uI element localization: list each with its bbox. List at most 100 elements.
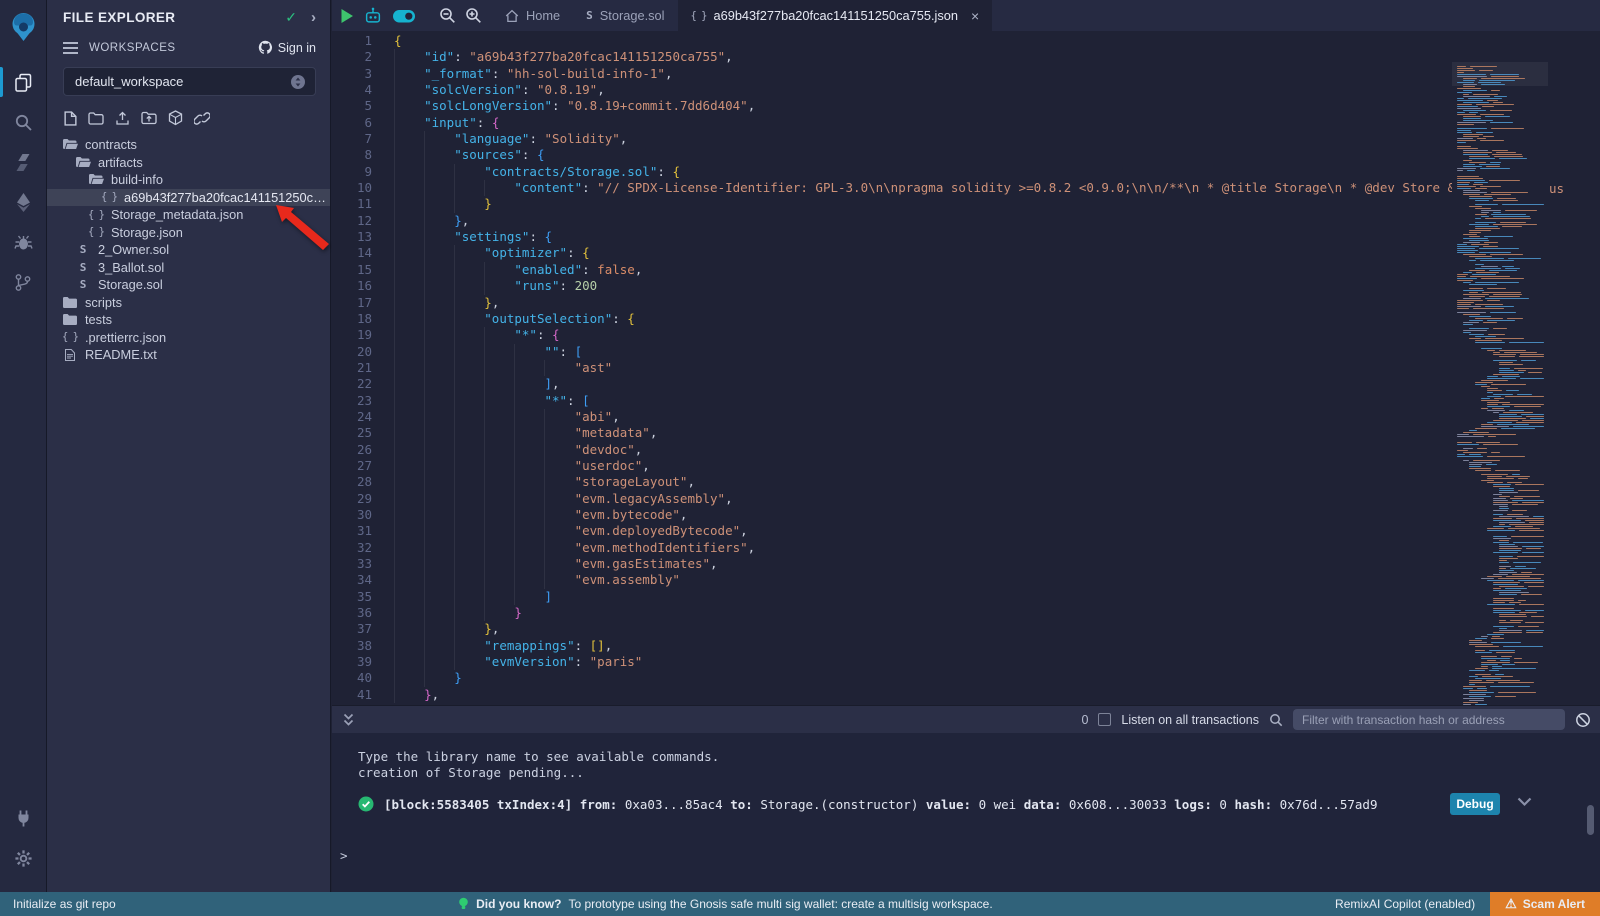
code-line[interactable]: ] bbox=[394, 589, 1452, 605]
code-line[interactable]: } bbox=[394, 670, 1452, 686]
code-line[interactable]: "solcVersion": "0.8.19", bbox=[394, 82, 1452, 98]
rail-item-search[interactable] bbox=[0, 102, 47, 142]
terminal[interactable]: Type the library name to see available c… bbox=[332, 733, 1600, 892]
code-line[interactable]: "settings": { bbox=[394, 229, 1452, 245]
code-line[interactable]: }, bbox=[394, 213, 1452, 229]
zoom-out-icon[interactable] bbox=[439, 7, 456, 24]
clear-console-icon[interactable] bbox=[1575, 712, 1591, 728]
ai-copilot-icon[interactable] bbox=[363, 6, 383, 26]
scam-alert-button[interactable]: ⚠ Scam Alert bbox=[1490, 892, 1600, 916]
terminal-search-icon[interactable] bbox=[1269, 713, 1283, 727]
new-file-icon[interactable] bbox=[64, 111, 77, 126]
copilot-status[interactable]: RemixAI Copilot (enabled) bbox=[1335, 897, 1475, 911]
hamburger-menu-icon[interactable] bbox=[63, 42, 78, 54]
code-line[interactable]: "metadata", bbox=[394, 425, 1452, 441]
code-line[interactable]: "devdoc", bbox=[394, 442, 1452, 458]
close-icon[interactable]: × bbox=[971, 8, 979, 24]
code-line[interactable]: }, bbox=[394, 295, 1452, 311]
new-folder-icon[interactable] bbox=[88, 112, 104, 125]
tree-item[interactable]: { }a69b43f277ba20fcac141151250ca755.json bbox=[47, 189, 330, 207]
code-content[interactable]: {"id": "a69b43f277ba20fcac141151250ca755… bbox=[388, 31, 1452, 705]
code-line[interactable]: "ast" bbox=[394, 360, 1452, 376]
rail-item-settings[interactable] bbox=[0, 838, 47, 878]
tree-item[interactable]: { }.prettierrc.json bbox=[47, 329, 330, 347]
tree-item[interactable]: scripts bbox=[47, 294, 330, 312]
tree-item[interactable]: SStorage.sol bbox=[47, 276, 330, 294]
minimap[interactable] bbox=[1452, 62, 1548, 736]
code-line[interactable]: "evmVersion": "paris" bbox=[394, 654, 1452, 670]
tab-storage-sol[interactable]: S Storage.sol bbox=[573, 0, 677, 31]
code-line[interactable]: "runs": 200 bbox=[394, 278, 1452, 294]
tree-item[interactable]: S3_Ballot.sol bbox=[47, 259, 330, 277]
tree-item[interactable]: { }Storage_metadata.json bbox=[47, 206, 330, 224]
code-line[interactable]: "outputSelection": { bbox=[394, 311, 1452, 327]
upload-folder-icon[interactable] bbox=[141, 111, 157, 125]
transaction-log-row[interactable]: [block:5583405 txIndex:4] from: 0xa03...… bbox=[358, 796, 1440, 812]
rail-item-deploy-run[interactable] bbox=[0, 182, 47, 222]
code-line[interactable]: { bbox=[394, 33, 1452, 49]
code-line[interactable]: ], bbox=[394, 376, 1452, 392]
code-line[interactable]: "storageLayout", bbox=[394, 474, 1452, 490]
code-line[interactable]: "solcLongVersion": "0.8.19+commit.7dd6d4… bbox=[394, 98, 1452, 114]
code-line[interactable]: "evm.methodIdentifiers", bbox=[394, 540, 1452, 556]
listen-all-checkbox[interactable] bbox=[1098, 713, 1111, 726]
code-line[interactable]: "*": { bbox=[394, 327, 1452, 343]
code-line[interactable]: "evm.assembly" bbox=[394, 572, 1452, 588]
transaction-filter-input[interactable] bbox=[1293, 709, 1565, 730]
code-editor[interactable]: 1234567891011121314151617181920212223242… bbox=[332, 31, 1600, 705]
terminal-scrollbar[interactable] bbox=[1587, 805, 1594, 835]
collapse-terminal-icon[interactable] bbox=[342, 713, 355, 727]
workspace-select[interactable]: default_workspace bbox=[63, 67, 316, 96]
tree-item[interactable]: artifacts bbox=[47, 154, 330, 172]
code-line[interactable]: "*": [ bbox=[394, 393, 1452, 409]
code-line[interactable]: "id": "a69b43f277ba20fcac141151250ca755"… bbox=[394, 49, 1452, 65]
rail-item-debugger[interactable] bbox=[0, 222, 47, 262]
code-line[interactable]: "": [ bbox=[394, 344, 1452, 360]
run-script-button[interactable] bbox=[340, 8, 354, 24]
debug-button[interactable]: Debug bbox=[1450, 793, 1500, 815]
tree-item[interactable]: { }Storage.json bbox=[47, 224, 330, 242]
rail-item-plugin-manager[interactable] bbox=[0, 798, 47, 838]
code-line[interactable]: }, bbox=[394, 621, 1452, 637]
tab-build-info-json[interactable]: { } a69b43f277ba20fcac141151250ca755.jso… bbox=[678, 0, 993, 31]
code-line[interactable]: "userdoc", bbox=[394, 458, 1452, 474]
zoom-in-icon[interactable] bbox=[465, 7, 482, 24]
tree-item[interactable]: README.txt bbox=[47, 346, 330, 364]
tree-item[interactable]: contracts bbox=[47, 136, 330, 154]
code-line[interactable]: "abi", bbox=[394, 409, 1452, 425]
code-line[interactable]: "enabled": false, bbox=[394, 262, 1452, 278]
code-line[interactable]: "remappings": [], bbox=[394, 638, 1452, 654]
tree-item[interactable]: build-info bbox=[47, 171, 330, 189]
rail-item-git[interactable] bbox=[0, 262, 47, 302]
code-line[interactable]: "optimizer": { bbox=[394, 245, 1452, 261]
sign-in-button[interactable]: Sign in bbox=[258, 40, 316, 55]
link-icon[interactable] bbox=[194, 111, 210, 126]
code-line[interactable]: "input": { bbox=[394, 115, 1452, 131]
line-number: 19 bbox=[332, 327, 372, 343]
cube-icon[interactable] bbox=[168, 110, 183, 126]
code-line[interactable]: } bbox=[394, 605, 1452, 621]
code-line[interactable]: "evm.gasEstimates", bbox=[394, 556, 1452, 572]
terminal-prompt[interactable]: > bbox=[340, 848, 348, 863]
code-line[interactable]: "evm.bytecode", bbox=[394, 507, 1452, 523]
rail-item-solidity-compiler[interactable] bbox=[0, 142, 47, 182]
copilot-toggle[interactable] bbox=[392, 7, 416, 25]
code-line[interactable]: "_format": "hh-sol-build-info-1", bbox=[394, 66, 1452, 82]
code-line[interactable]: "evm.deployedBytecode", bbox=[394, 523, 1452, 539]
code-line[interactable]: "content": "// SPDX-License-Identifier: … bbox=[394, 180, 1452, 196]
tree-item[interactable]: S2_Owner.sol bbox=[47, 241, 330, 259]
code-line[interactable]: }, bbox=[394, 687, 1452, 703]
git-init-button[interactable]: Initialize as git repo bbox=[0, 897, 116, 911]
code-line[interactable]: "contracts/Storage.sol": { bbox=[394, 164, 1452, 180]
code-line[interactable]: "language": "Solidity", bbox=[394, 131, 1452, 147]
code-line[interactable]: "sources": { bbox=[394, 147, 1452, 163]
code-line[interactable]: "evm.legacyAssembly", bbox=[394, 491, 1452, 507]
chevron-right-icon[interactable]: › bbox=[311, 9, 316, 26]
rail-item-file-explorer[interactable] bbox=[0, 62, 47, 102]
upload-file-icon[interactable] bbox=[115, 111, 130, 126]
tab-home[interactable]: Home bbox=[492, 0, 573, 31]
remix-logo[interactable] bbox=[0, 4, 47, 50]
expand-tx-chevron-icon[interactable] bbox=[1517, 797, 1532, 807]
code-line[interactable]: } bbox=[394, 196, 1452, 212]
tree-item[interactable]: tests bbox=[47, 311, 330, 329]
